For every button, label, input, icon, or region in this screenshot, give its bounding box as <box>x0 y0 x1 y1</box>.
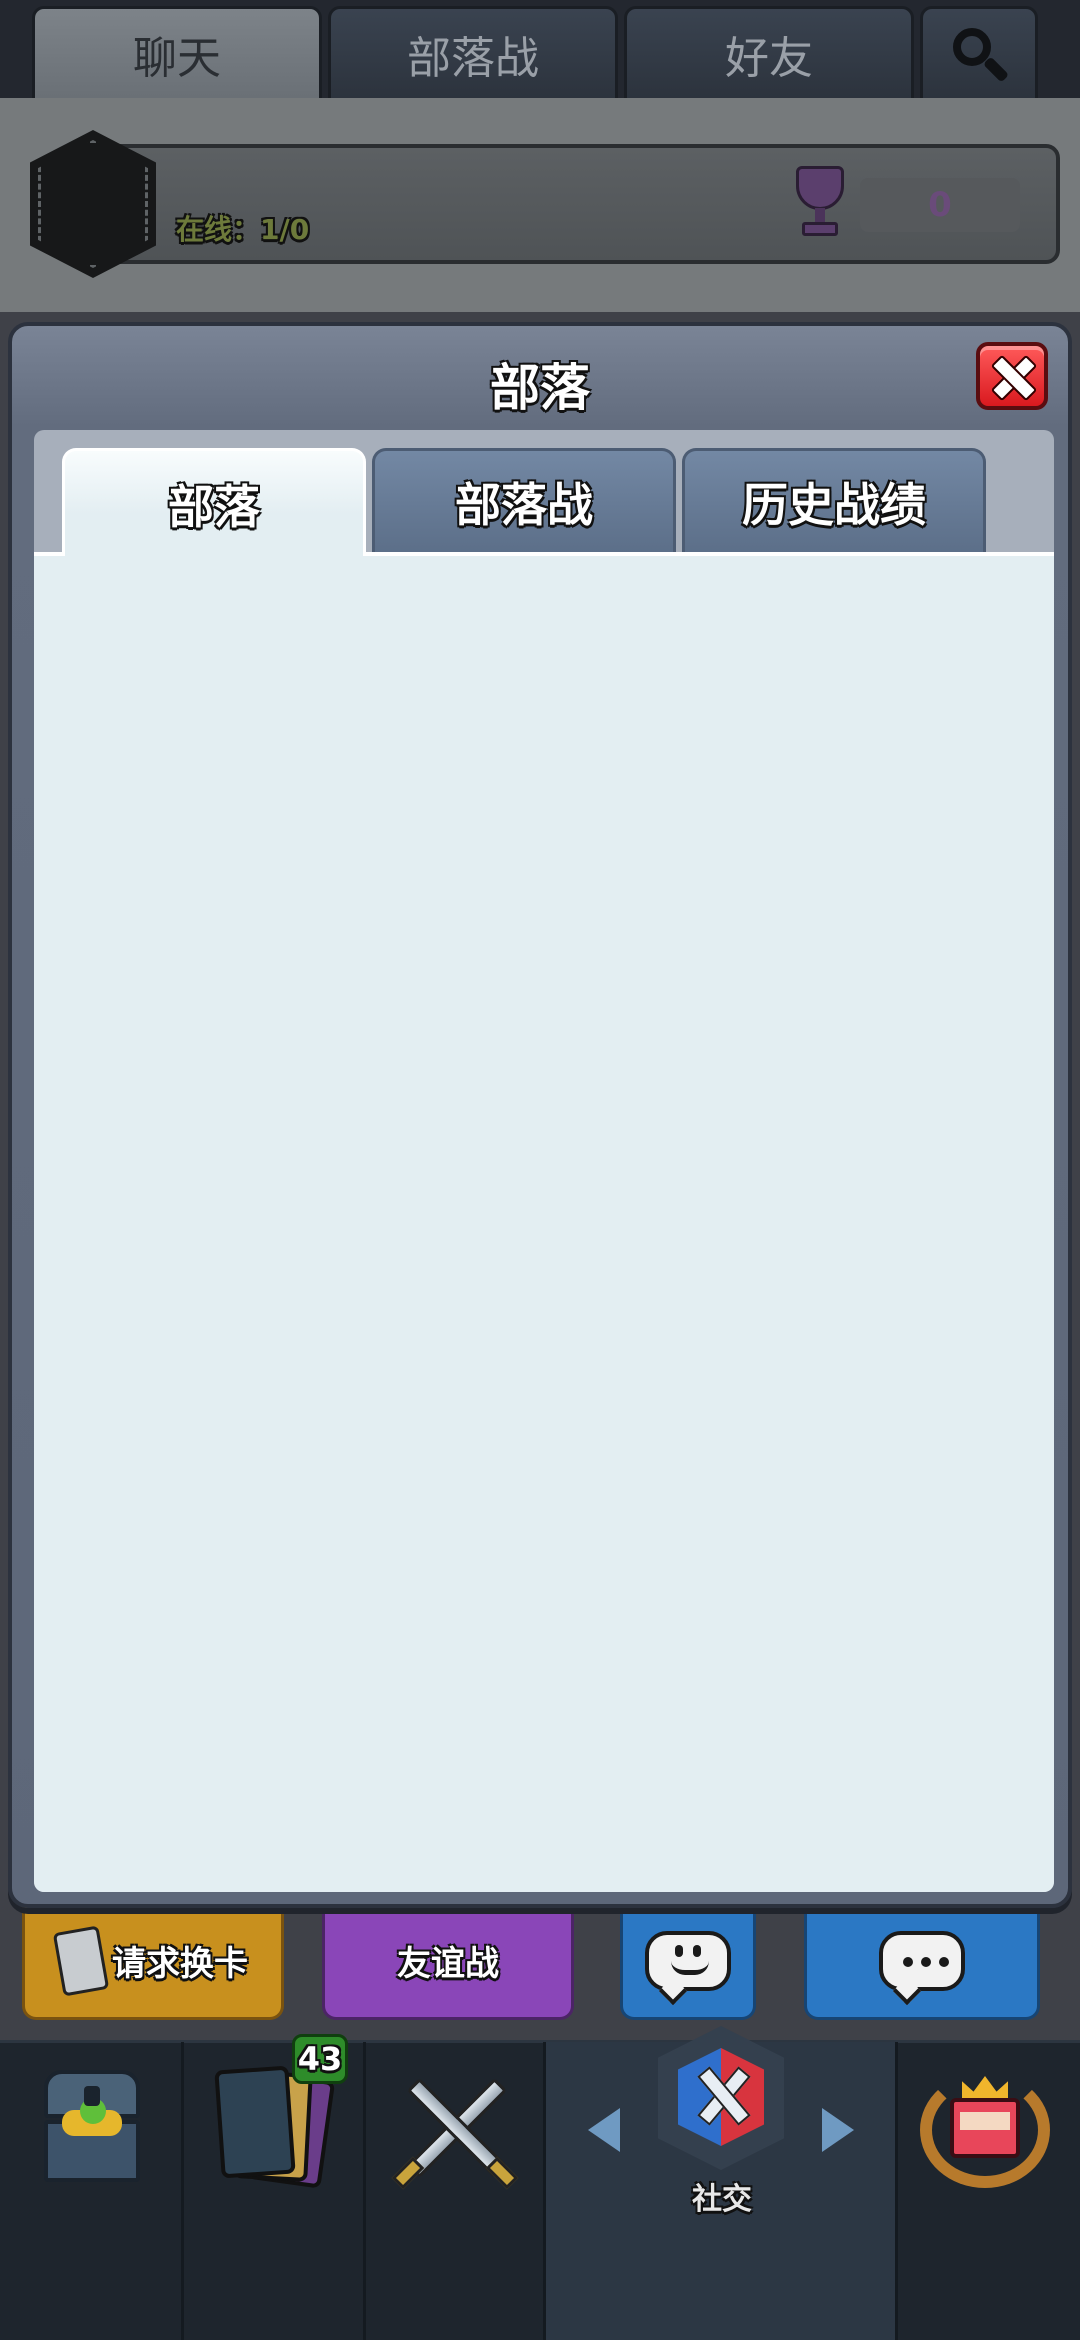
card-icon <box>52 1924 110 1997</box>
online-count: 在线：1/0 <box>176 213 310 246</box>
chat-icon <box>879 1930 965 1991</box>
battle-icon <box>386 2066 526 2196</box>
modal-tab-history[interactable]: 历史战绩 <box>682 448 986 552</box>
emote-button[interactable] <box>620 1904 756 2020</box>
events-icon <box>914 2062 1056 2194</box>
search-button[interactable] <box>920 6 1038 98</box>
tab-clan-war[interactable]: 部落战 <box>328 6 618 98</box>
nav-left-arrow-icon[interactable] <box>588 2108 620 2152</box>
tab-friends[interactable]: 好友 <box>624 6 914 98</box>
friendly-battle-label: 友谊战 <box>397 1944 499 1984</box>
tab-chat-label: 聊天 <box>133 32 221 84</box>
chat-button[interactable] <box>804 1904 1040 2020</box>
modal-tab-clan-war[interactable]: 部落战 <box>372 448 676 552</box>
close-icon <box>989 353 1035 399</box>
chest-icon <box>44 2070 140 2190</box>
close-button[interactable] <box>976 342 1048 410</box>
nav-right-arrow-icon[interactable] <box>822 2108 854 2152</box>
request-cards-button[interactable]: 请求换卡 <box>22 1904 284 2020</box>
tab-clan-war-label: 部落战 <box>407 32 539 84</box>
cards-badge: 43 <box>292 2034 348 2084</box>
social-label: 社交 <box>692 2182 752 2217</box>
modal-tab-clan-war-label: 部落战 <box>455 477 593 532</box>
emote-icon <box>645 1930 731 1991</box>
request-cards-label: 请求换卡 <box>112 1944 248 1984</box>
modal-title: 部落 <box>490 359 590 417</box>
tab-chat[interactable]: 聊天 <box>32 6 322 98</box>
clan-modal: 部落 部落 部落战 历史战绩 <box>8 322 1072 1908</box>
modal-tab-clan-label: 部落 <box>168 479 260 534</box>
tab-friends-label: 好友 <box>725 32 813 84</box>
modal-body: 部落 部落战 历史战绩 <box>34 430 1054 1892</box>
social-icon-swords <box>700 2064 744 2124</box>
trophy-icon <box>784 162 856 244</box>
modal-content-panel <box>34 552 1054 1892</box>
modal-tab-clan[interactable]: 部落 <box>62 448 366 556</box>
modal-tab-history-label: 历史战绩 <box>742 477 926 532</box>
search-icon <box>949 24 1010 84</box>
trophy-count: 0 <box>860 178 1020 232</box>
friendly-battle-button[interactable]: 友谊战 <box>322 1904 574 2020</box>
